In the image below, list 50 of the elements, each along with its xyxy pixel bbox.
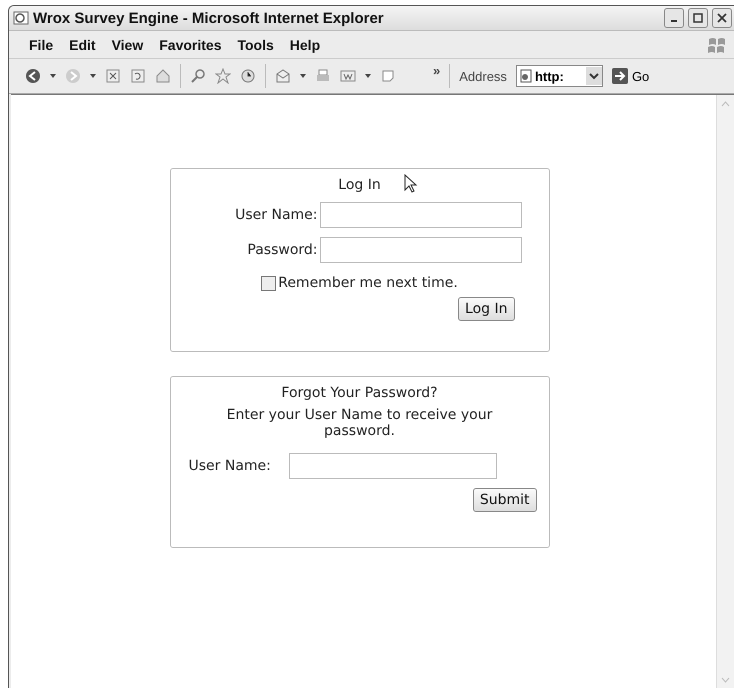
history-icon[interactable] xyxy=(240,68,256,84)
password-label: Password: xyxy=(246,242,318,258)
username-label: User Name: xyxy=(234,207,318,223)
close-button[interactable] xyxy=(712,8,732,28)
menu-item[interactable]: Edit xyxy=(63,34,102,54)
recover-username-field[interactable] xyxy=(288,453,497,479)
recover-instructions: Enter your User Name to receive your password. xyxy=(226,407,494,439)
menu-item[interactable]: File xyxy=(23,34,60,54)
submit-button[interactable]: Submit xyxy=(472,488,536,512)
search-icon[interactable] xyxy=(190,68,206,84)
caret-icon[interactable] xyxy=(50,74,56,78)
remember-label: Remember me next time. xyxy=(278,275,458,291)
refresh-icon[interactable] xyxy=(130,68,146,84)
menu-item[interactable]: View xyxy=(106,34,150,54)
page-icon xyxy=(518,69,533,83)
document-icon[interactable] xyxy=(340,68,356,84)
home-icon[interactable] xyxy=(155,68,171,84)
browser-icon xyxy=(13,10,29,26)
stop-icon[interactable] xyxy=(105,68,121,84)
remember-checkbox[interactable] xyxy=(261,276,276,290)
caret-icon[interactable] xyxy=(365,74,371,78)
maximize-icon xyxy=(693,13,703,23)
window-title: Wrox Survey Engine - Microsoft Internet Explorer xyxy=(33,10,385,26)
username-label: User Name: xyxy=(188,458,271,474)
cursor-icon xyxy=(404,174,418,194)
print-icon[interactable] xyxy=(315,68,331,84)
menu-item[interactable]: Tools xyxy=(231,34,280,54)
go-button[interactable]: Go xyxy=(612,68,650,84)
address-text: http: xyxy=(534,68,565,84)
password-field[interactable] xyxy=(320,237,522,263)
recover-title: Forgot Your Password? xyxy=(281,385,438,401)
star-icon[interactable] xyxy=(215,68,231,84)
menu-item[interactable]: Help xyxy=(284,34,326,54)
maximize-button[interactable] xyxy=(688,8,708,28)
caret-icon[interactable] xyxy=(90,74,96,78)
login-button[interactable]: Log In xyxy=(458,297,514,321)
mail-icon[interactable] xyxy=(275,68,291,84)
note-icon[interactable] xyxy=(380,68,396,84)
back-icon[interactable] xyxy=(25,68,41,84)
username-field[interactable] xyxy=(320,202,522,228)
minimize-button[interactable] xyxy=(664,8,684,28)
menu-item[interactable]: Favorites xyxy=(153,34,228,54)
dropdown-icon[interactable] xyxy=(586,67,602,85)
go-arrow-icon xyxy=(612,68,628,84)
address-field[interactable]: http: xyxy=(516,65,603,87)
overflow-chevron[interactable]: » xyxy=(433,63,440,78)
close-icon xyxy=(717,13,727,23)
caret-icon[interactable] xyxy=(300,74,306,78)
address-label: Address xyxy=(459,68,507,84)
login-title: Log In xyxy=(338,177,381,193)
